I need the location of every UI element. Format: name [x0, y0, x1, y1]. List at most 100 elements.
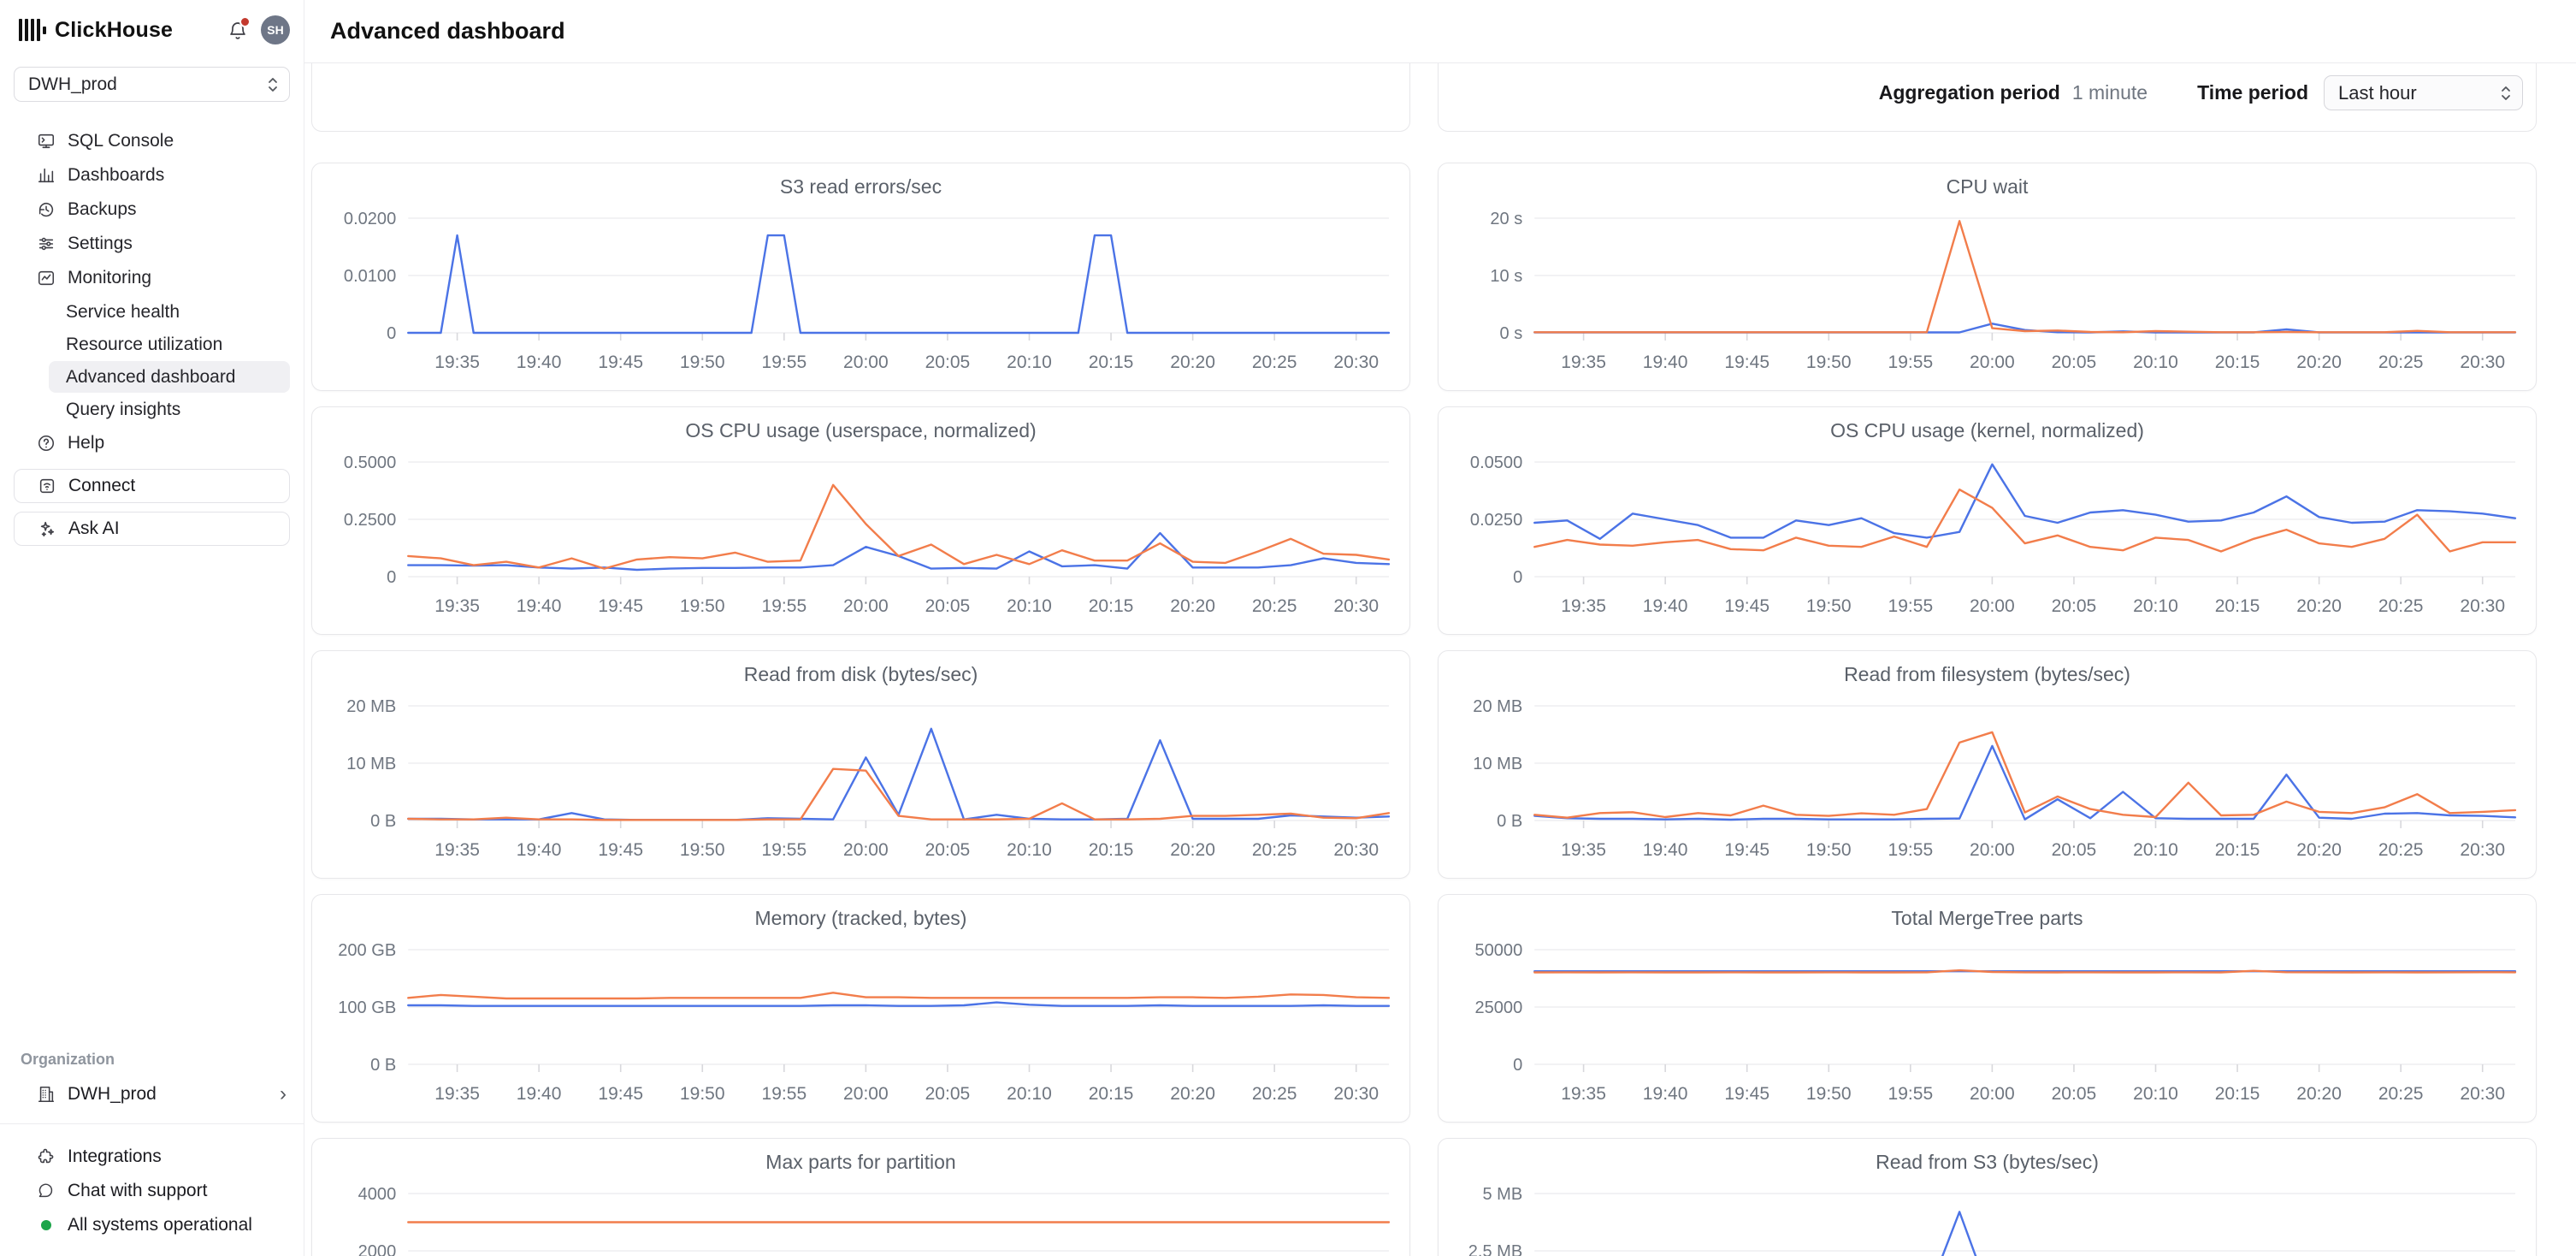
- svg-text:20:20: 20:20: [1170, 840, 1215, 860]
- main-area: Advanced dashboard Aggregation period 1 …: [304, 0, 2576, 1256]
- svg-text:19:35: 19:35: [1561, 596, 1606, 616]
- sidebar-item-sql-console[interactable]: SQL Console: [0, 124, 304, 158]
- chart-canvas[interactable]: 20 MB10 MB0 B19:3519:4019:4519:5019:5520…: [312, 687, 1409, 868]
- svg-text:20:25: 20:25: [1252, 1084, 1297, 1104]
- sidebar-item-resource-utilization[interactable]: Resource utilization: [49, 329, 290, 360]
- status-dot-icon: [41, 1220, 51, 1230]
- svg-text:20:20: 20:20: [2296, 596, 2342, 616]
- svg-text:20:25: 20:25: [2378, 353, 2424, 372]
- chart-canvas[interactable]: 4000200019:3519:4019:4519:5019:5520:0020…: [312, 1175, 1409, 1256]
- sidebar-item-chat-support[interactable]: Chat with support: [0, 1174, 304, 1208]
- sidebar-item-dashboards[interactable]: Dashboards: [0, 158, 304, 193]
- chart-canvas[interactable]: 0.02000.0100019:3519:4019:4519:5019:5520…: [312, 199, 1409, 381]
- sidebar-item-service-health[interactable]: Service health: [49, 296, 290, 328]
- svg-text:50000: 50000: [1474, 941, 1522, 960]
- sidebar-item-backups[interactable]: Backups: [0, 193, 304, 227]
- chart-title: Read from filesystem (bytes/sec): [1439, 663, 2536, 687]
- svg-text:19:35: 19:35: [1561, 840, 1606, 860]
- svg-text:20:00: 20:00: [843, 840, 889, 860]
- chart-card: OS CPU usage (userspace, normalized) 0.50…: [311, 406, 1410, 635]
- svg-text:20 MB: 20 MB: [346, 697, 396, 716]
- organization-row[interactable]: DWH_prod ›: [0, 1077, 304, 1111]
- svg-text:10 MB: 10 MB: [346, 755, 396, 773]
- svg-text:0: 0: [387, 568, 396, 587]
- sidebar-item-query-insights[interactable]: Query insights: [49, 394, 290, 425]
- svg-text:0.0500: 0.0500: [1470, 453, 1522, 472]
- chart-canvas[interactable]: 20 s10 s0 s19:3519:4019:4519:5019:5520:0…: [1439, 199, 2536, 381]
- status-label: All systems operational: [68, 1215, 252, 1235]
- svg-text:0: 0: [1513, 1056, 1522, 1075]
- svg-text:4000: 4000: [358, 1185, 397, 1204]
- chart-canvas[interactable]: 200 GB100 GB0 B19:3519:4019:4519:5019:55…: [312, 931, 1409, 1112]
- svg-text:0.5000: 0.5000: [344, 453, 396, 472]
- svg-text:20:30: 20:30: [1333, 1084, 1379, 1104]
- footer-item-label: Integrations: [68, 1146, 162, 1167]
- sidebar-item-monitoring[interactable]: Monitoring: [0, 261, 304, 295]
- svg-text:19:40: 19:40: [517, 353, 562, 372]
- svg-text:19:35: 19:35: [1561, 1084, 1606, 1104]
- connect-button[interactable]: Connect: [14, 469, 290, 503]
- ask-ai-label: Ask AI: [68, 518, 120, 539]
- sidebar-item-label: Backups: [68, 199, 137, 220]
- chart-canvas[interactable]: 0.50000.2500019:3519:4019:4519:5019:5520…: [312, 443, 1409, 625]
- svg-text:19:50: 19:50: [680, 596, 725, 616]
- svg-text:19:55: 19:55: [761, 840, 806, 860]
- avatar[interactable]: SH: [261, 15, 290, 44]
- chart-canvas[interactable]: 5 MB2.5 MB19:3519:4019:4519:5019:5520:00…: [1439, 1175, 2536, 1256]
- svg-text:20:00: 20:00: [1970, 596, 2015, 616]
- aggregation-period-value: 1 minute: [2072, 81, 2148, 104]
- chat-icon: [36, 1181, 56, 1201]
- page-title: Advanced dashboard: [330, 18, 565, 44]
- ask-ai-button[interactable]: Ask AI: [14, 512, 290, 546]
- top-header: Advanced dashboard: [304, 0, 2576, 63]
- organization-heading: Organization: [0, 1051, 304, 1069]
- svg-text:19:45: 19:45: [1724, 596, 1770, 616]
- svg-text:20:05: 20:05: [2052, 596, 2097, 616]
- svg-text:0 B: 0 B: [370, 812, 396, 831]
- chart-canvas[interactable]: 5000025000019:3519:4019:4519:5019:5520:0…: [1439, 931, 2536, 1112]
- svg-text:19:40: 19:40: [1643, 596, 1688, 616]
- svg-text:20:00: 20:00: [843, 596, 889, 616]
- time-period-value: Last hour: [2338, 82, 2417, 104]
- svg-text:20:15: 20:15: [1089, 353, 1134, 372]
- svg-text:19:45: 19:45: [1724, 840, 1770, 860]
- svg-text:25000: 25000: [1474, 998, 1522, 1017]
- chevron-right-icon: ›: [280, 1084, 287, 1105]
- help-icon: [36, 433, 56, 453]
- svg-text:20:05: 20:05: [925, 840, 971, 860]
- svg-text:20:20: 20:20: [1170, 596, 1215, 616]
- svg-text:20:15: 20:15: [2215, 596, 2260, 616]
- filter-bar: Aggregation period 1 minute Time period …: [1879, 75, 2523, 110]
- chart-title: OS CPU usage (userspace, normalized): [312, 419, 1409, 443]
- sidebar-item-advanced-dashboard[interactable]: Advanced dashboard: [49, 361, 290, 393]
- chart-canvas[interactable]: 20 MB10 MB0 B19:3519:4019:4519:5019:5520…: [1439, 687, 2536, 868]
- sidebar-item-integrations[interactable]: Integrations: [0, 1140, 304, 1174]
- svg-text:19:50: 19:50: [1806, 840, 1852, 860]
- charts-grid: S3 read errors/sec0.02000.0100019:3519:4…: [311, 163, 2537, 1256]
- svg-text:20:10: 20:10: [2133, 840, 2178, 860]
- svg-text:20:05: 20:05: [925, 353, 971, 372]
- monitoring-icon: [36, 268, 56, 288]
- svg-text:20:15: 20:15: [1089, 596, 1134, 616]
- svg-text:20:25: 20:25: [1252, 840, 1297, 860]
- brand-row: ClickHouse SH: [0, 5, 304, 55]
- sidebar-item-settings[interactable]: Settings: [0, 227, 304, 261]
- system-status[interactable]: All systems operational: [0, 1208, 304, 1242]
- notifications-bell-icon[interactable]: [225, 17, 251, 43]
- sidebar-item-label: Settings: [68, 234, 133, 254]
- svg-text:20:00: 20:00: [843, 1084, 889, 1104]
- svg-text:0 s: 0 s: [1499, 324, 1522, 343]
- svg-text:19:45: 19:45: [598, 596, 643, 616]
- service-selector[interactable]: DWH_prod: [14, 67, 290, 102]
- sidebar-item-help[interactable]: Help: [0, 426, 304, 460]
- sidebar-item-label: SQL Console: [68, 131, 174, 151]
- svg-text:19:45: 19:45: [1724, 353, 1770, 372]
- svg-text:19:55: 19:55: [761, 1084, 806, 1104]
- svg-text:19:50: 19:50: [1806, 596, 1852, 616]
- svg-text:19:50: 19:50: [680, 1084, 725, 1104]
- svg-text:10 MB: 10 MB: [1473, 755, 1522, 773]
- svg-text:19:45: 19:45: [1724, 1084, 1770, 1104]
- time-period-select[interactable]: Last hour: [2324, 75, 2523, 110]
- svg-text:20:10: 20:10: [2133, 596, 2178, 616]
- chart-canvas[interactable]: 0.05000.0250019:3519:4019:4519:5019:5520…: [1439, 443, 2536, 625]
